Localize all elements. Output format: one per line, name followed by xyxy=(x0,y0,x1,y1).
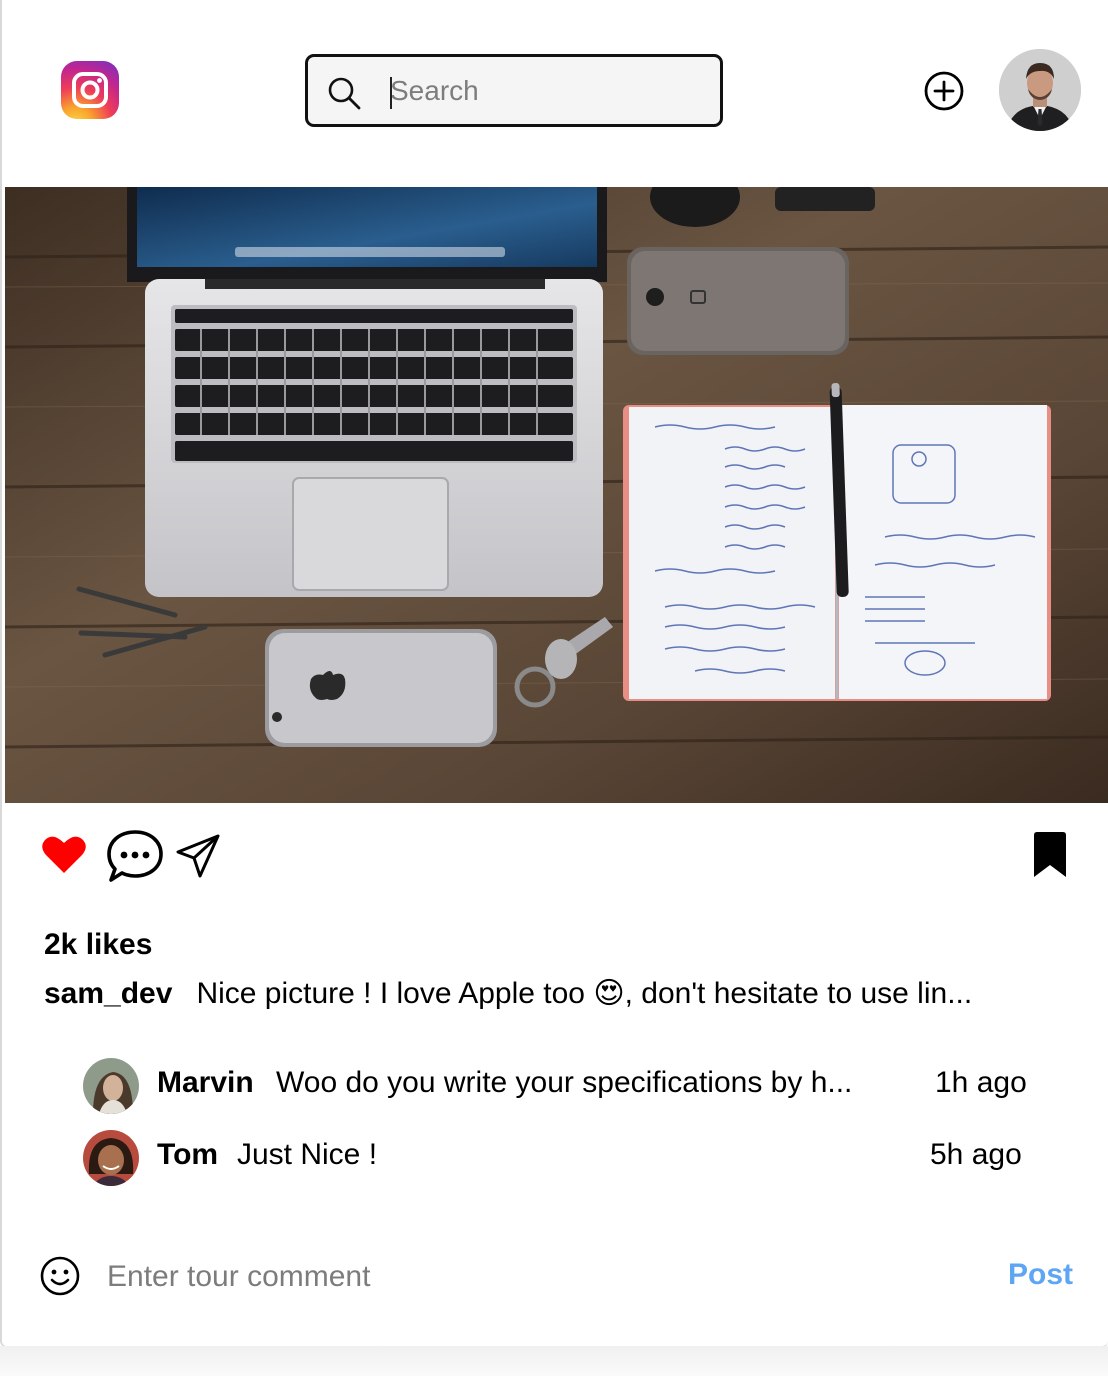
comment-time: 5h ago xyxy=(930,1138,1022,1171)
comment-time: 1h ago xyxy=(935,1066,1027,1099)
caption-username[interactable]: sam_dev xyxy=(44,977,172,1010)
comment-text: Woo do you write your specifications by … xyxy=(276,1066,853,1099)
search-input[interactable] xyxy=(390,69,710,113)
search-icon xyxy=(328,77,361,110)
text-caret xyxy=(390,77,392,109)
likes-count[interactable]: 2k likes xyxy=(44,928,152,962)
instagram-logo-icon[interactable] xyxy=(61,61,119,119)
bottom-shadow xyxy=(0,1346,1108,1376)
plus-circle-icon[interactable] xyxy=(922,69,966,113)
heart-filled-icon[interactable] xyxy=(41,833,87,875)
paper-plane-icon[interactable] xyxy=(175,833,221,879)
bookmark-filled-icon[interactable] xyxy=(1030,831,1070,879)
caption-text: Nice picture ! I love Apple too 😍, don't… xyxy=(196,977,973,1010)
comment-username[interactable]: Tom xyxy=(157,1138,218,1172)
comment-item: Marvin Woo do you write your specificati… xyxy=(83,1058,1043,1114)
comment-text: Just Nice ! xyxy=(237,1138,378,1171)
commenter-avatar[interactable] xyxy=(83,1130,139,1186)
comment-item: Tom Just Nice ! 5h ago xyxy=(83,1130,1043,1186)
post-image[interactable] xyxy=(5,187,1108,803)
search-box[interactable] xyxy=(305,54,723,127)
commenter-avatar[interactable] xyxy=(83,1058,139,1114)
post-button[interactable]: Post xyxy=(1008,1258,1073,1292)
chat-bubble-icon[interactable] xyxy=(106,828,164,884)
comment-input[interactable] xyxy=(107,1254,967,1300)
smiley-icon[interactable] xyxy=(39,1255,81,1297)
user-avatar[interactable] xyxy=(999,49,1081,131)
post-caption: sam_dev Nice picture ! I love Apple too 😍… xyxy=(44,976,972,1011)
comment-username[interactable]: Marvin xyxy=(157,1066,254,1100)
